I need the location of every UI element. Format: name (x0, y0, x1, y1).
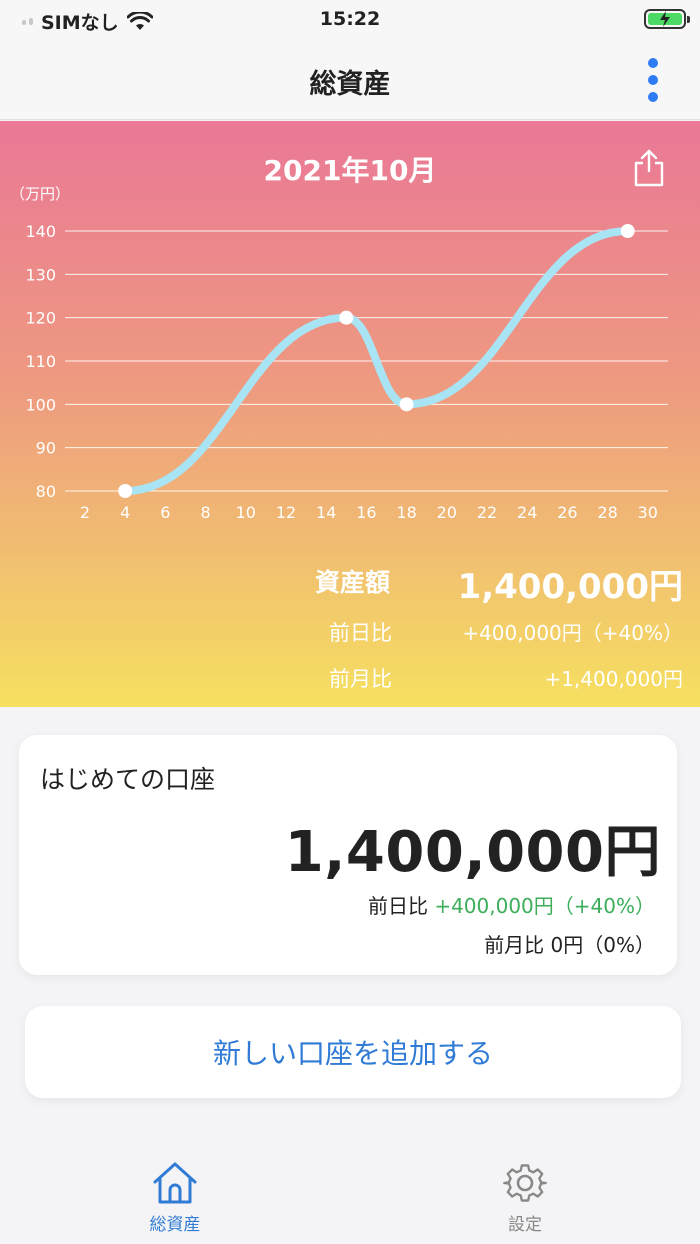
status-time: 15:22 (319, 8, 381, 30)
y-tick-label: 120 (25, 309, 56, 328)
account-monthly-value: 0円（0%） (550, 933, 655, 957)
x-tick-label: 14 (316, 503, 336, 522)
account-daily-label: 前日比 (367, 894, 428, 918)
account-name: はじめての口座 (40, 765, 216, 794)
x-tick-label: 10 (236, 503, 256, 522)
account-daily-change: 前日比 +400,000円（+40%） (368, 890, 655, 919)
monthly-change-label: 前月比 (329, 667, 392, 691)
account-monthly-label: 前月比 (484, 933, 545, 957)
x-tick-label: 12 (276, 503, 296, 522)
battery-icon (644, 9, 690, 29)
x-tick-label: 6 (160, 503, 170, 522)
x-tick-label: 24 (517, 503, 537, 522)
more-vertical-icon (648, 58, 658, 68)
tab-settings-label: 設定 (508, 1215, 542, 1235)
account-amount: 1,400,000円 (284, 820, 661, 885)
x-tick-label: 16 (356, 503, 376, 522)
asset-chart-panel: （万円） 140 130 120 110 100 90 80 2 4 6 8 10 12 14 16 18 20 2… (0, 121, 700, 707)
daily-change-label: 前日比 (329, 621, 392, 645)
total-assets-label: 資産額 (314, 568, 390, 597)
y-tick-label: 140 (25, 222, 56, 241)
chart-title: 2021年10月 (263, 154, 437, 187)
share-icon[interactable] (632, 149, 666, 187)
tab-total-assets-label: 総資産 (149, 1215, 201, 1235)
x-tick-label: 4 (120, 503, 130, 522)
x-tick-label: 20 (437, 503, 457, 522)
x-tick-label: 26 (557, 503, 577, 522)
account-card[interactable]: はじめての口座 1,400,000円 前日比 +400,000円（+40%） 前… (19, 735, 677, 975)
x-tick-label: 28 (597, 503, 617, 522)
account-daily-value: +400,000円（+40%） (434, 894, 655, 918)
x-tick-label: 8 (201, 503, 211, 522)
y-tick-label: 130 (25, 265, 56, 284)
y-tick-label: 110 (25, 352, 56, 371)
y-tick-label: 80 (36, 482, 56, 501)
y-tick-label: 90 (36, 439, 56, 458)
tab-settings[interactable]: 設定 (445, 1160, 605, 1235)
x-tick-label: 2 (80, 503, 90, 522)
account-monthly-change: 前月比 0円（0%） (484, 929, 655, 958)
add-account-button[interactable]: 新しい口座を追加する (25, 1006, 681, 1098)
tab-bar: 総資産 設定 (0, 1160, 700, 1244)
data-point (118, 484, 133, 498)
x-tick-label: 30 (638, 503, 658, 522)
page-title: 総資産 (309, 69, 391, 100)
data-point (620, 224, 635, 238)
daily-change-value: +400,000円（+40%） (462, 621, 683, 645)
navigation-bar: 総資産 (0, 40, 700, 120)
data-point (399, 397, 414, 412)
status-bar: SIMなし 15:22 (0, 0, 700, 40)
data-point (339, 310, 354, 325)
home-icon (153, 1162, 197, 1204)
more-options-button[interactable] (646, 58, 660, 102)
tab-total-assets[interactable]: 総資産 (95, 1160, 255, 1235)
x-tick-label: 18 (396, 503, 416, 522)
y-tick-label: 100 (25, 395, 56, 414)
monthly-change-value: +1,400,000円 (544, 667, 683, 691)
gear-icon (503, 1164, 547, 1202)
total-assets-value: 1,400,000円 (457, 567, 683, 607)
x-tick-label: 22 (477, 503, 497, 522)
